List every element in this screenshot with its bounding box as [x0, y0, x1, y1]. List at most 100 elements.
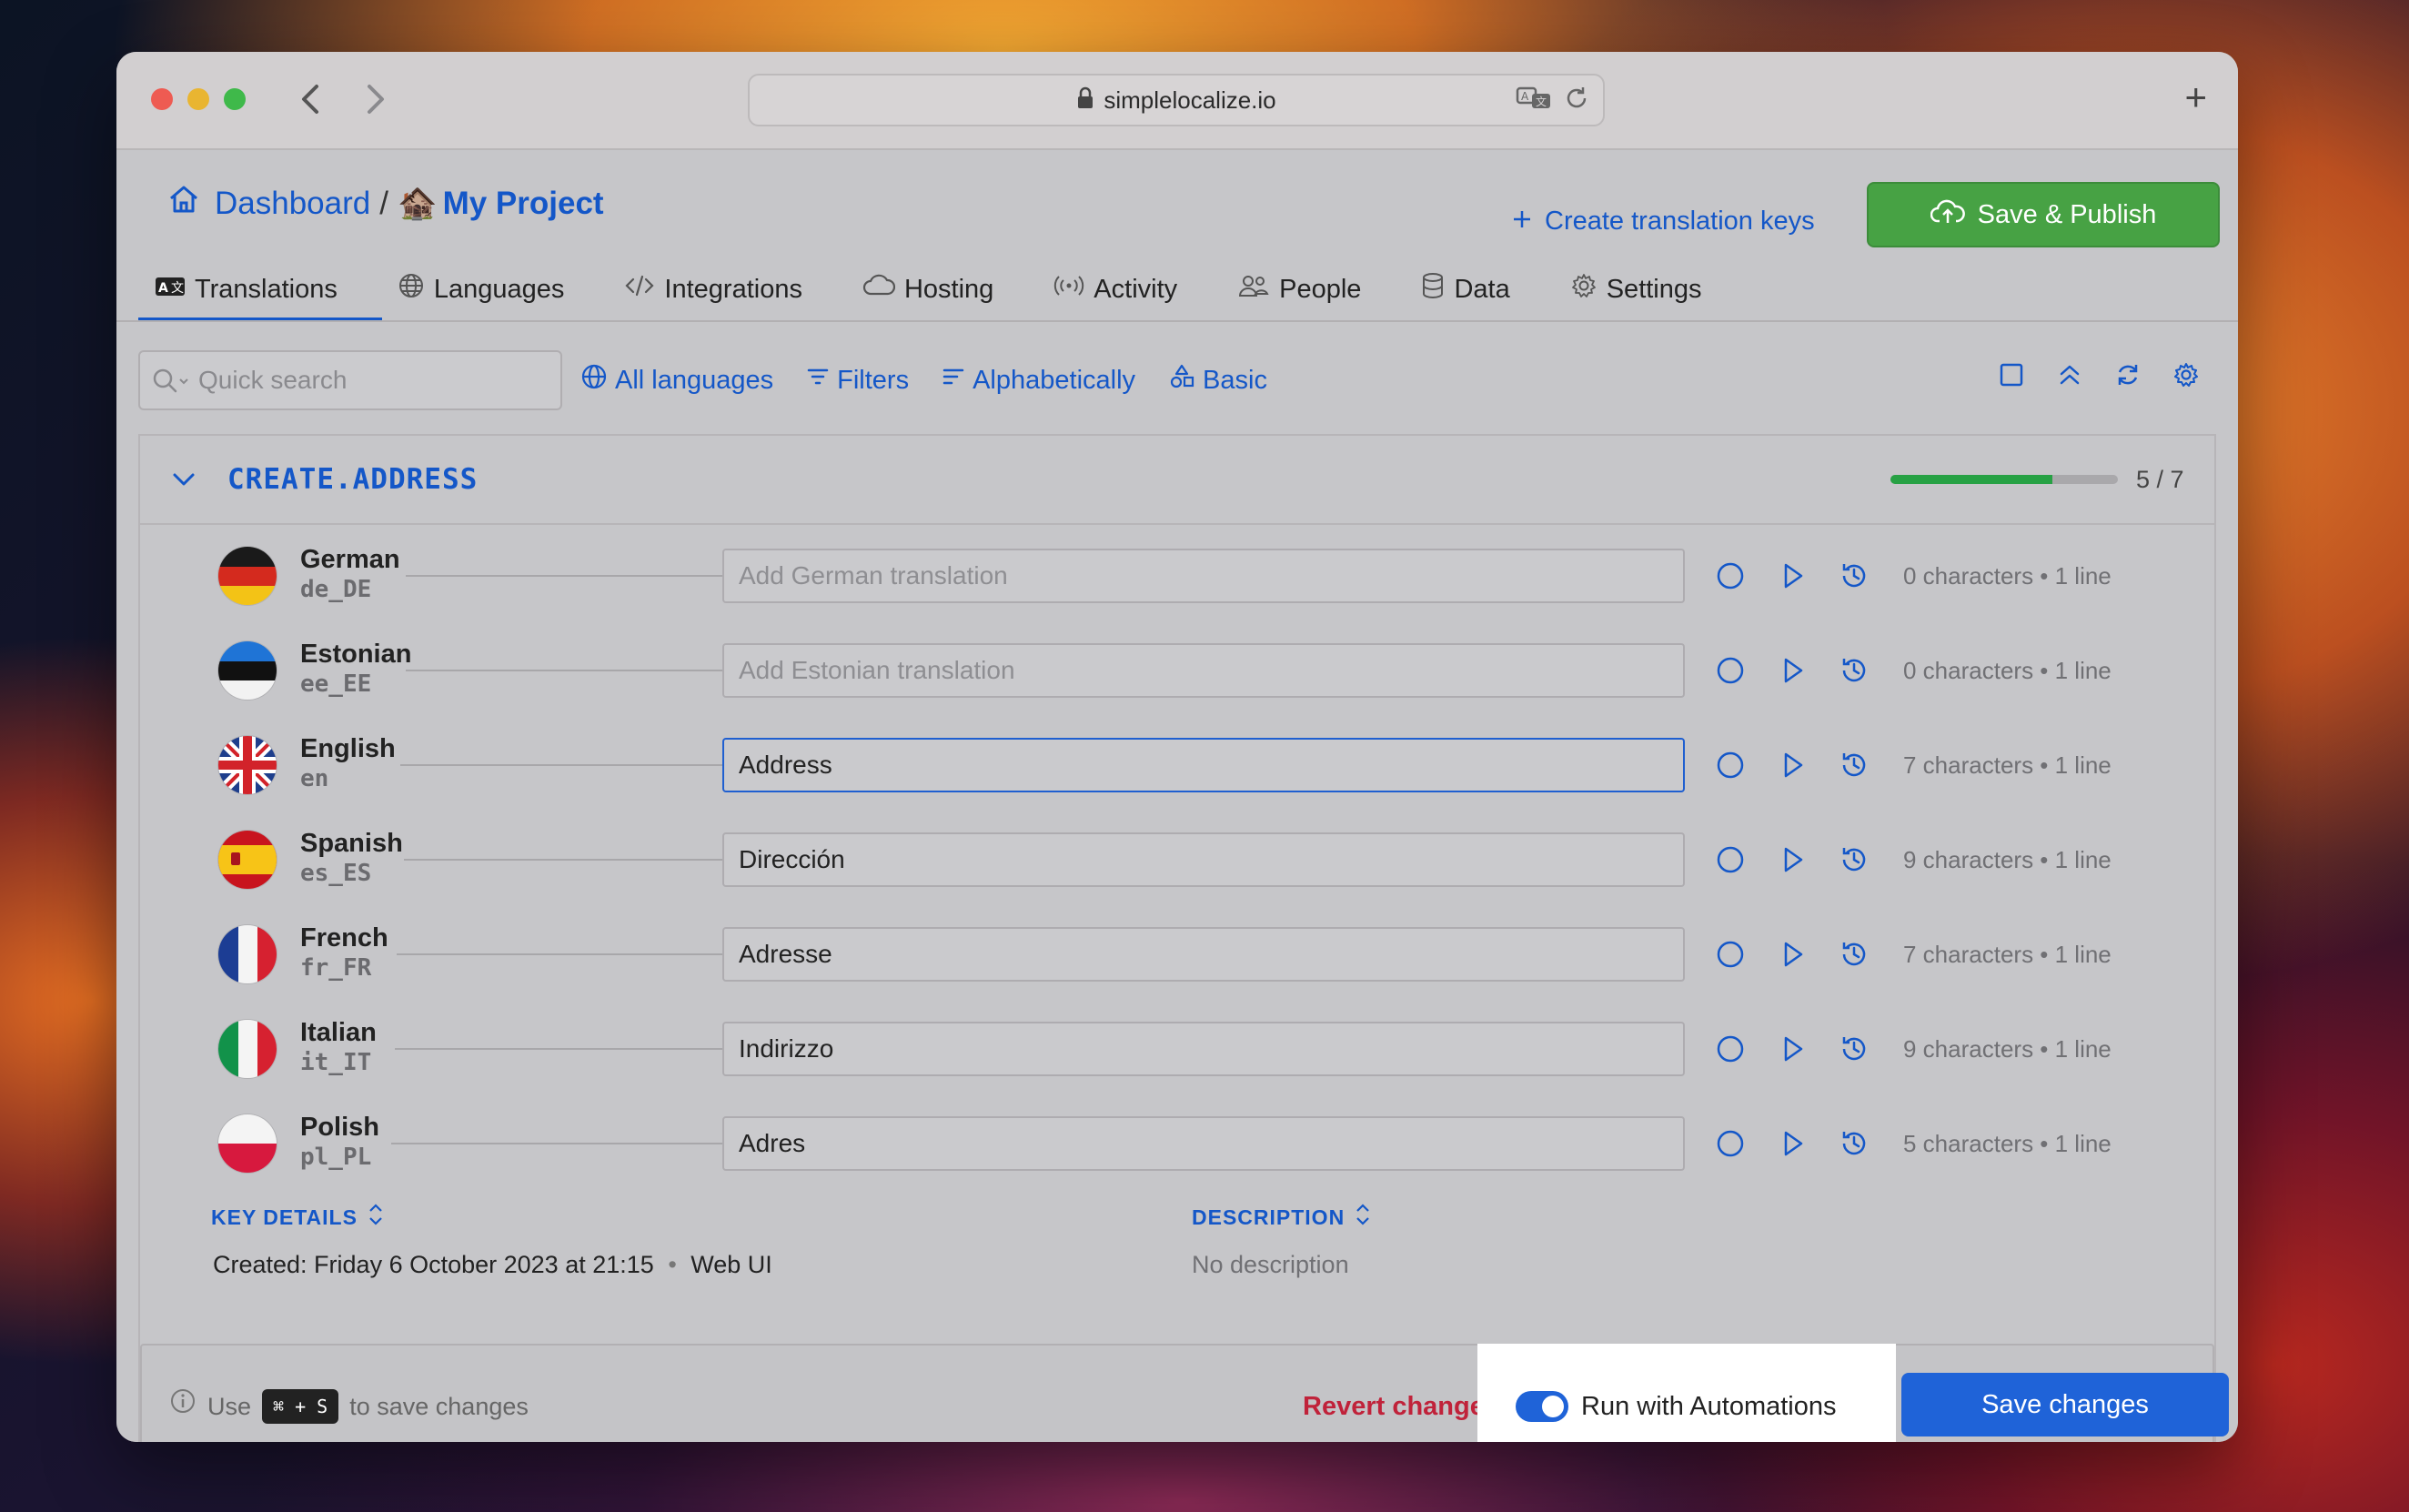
tab-integrations[interactable]: Integrations: [624, 259, 802, 319]
review-status-icon[interactable]: [1714, 1127, 1747, 1164]
review-status-icon[interactable]: [1714, 749, 1747, 786]
review-status-icon[interactable]: [1714, 559, 1747, 597]
quick-search-input[interactable]: Quick search: [138, 350, 562, 410]
view-mode-button[interactable]: Basic: [1168, 363, 1267, 398]
row-connector: [404, 859, 722, 861]
close-window-button[interactable]: [151, 88, 173, 110]
chevron-right-icon[interactable]: [357, 79, 393, 119]
play-icon[interactable]: [1776, 1127, 1809, 1164]
new-tab-button[interactable]: +: [2184, 76, 2207, 119]
sort-button[interactable]: Alphabetically: [942, 365, 1135, 396]
translation-input[interactable]: Address: [722, 738, 1685, 792]
play-icon[interactable]: [1776, 1033, 1809, 1070]
tab-translations[interactable]: A文 Translations: [155, 259, 338, 319]
key-header[interactable]: CREATE.ADDRESS 5 / 7: [140, 436, 2214, 525]
filters-button[interactable]: Filters: [806, 365, 909, 396]
row-connector: [406, 670, 722, 671]
search-icon: [151, 367, 195, 402]
history-icon[interactable]: [1838, 1127, 1870, 1164]
history-icon[interactable]: [1838, 843, 1870, 881]
language-code: de_DE: [300, 576, 372, 603]
history-icon[interactable]: [1838, 938, 1870, 975]
select-all-icon[interactable]: [1998, 361, 2025, 393]
language-code: fr_FR: [300, 954, 372, 982]
cloud-upload-icon: [1930, 197, 1965, 232]
chevron-left-icon[interactable]: [293, 79, 329, 119]
review-status-icon[interactable]: [1714, 654, 1747, 691]
translation-input[interactable]: Add Estonian translation: [722, 643, 1685, 698]
translate-page-icon[interactable]: A文: [1516, 85, 1552, 116]
key-details-toggle[interactable]: KEY DETAILS: [211, 1202, 385, 1233]
create-translation-keys-button[interactable]: Create translation keys: [1512, 207, 1815, 237]
code-icon: [624, 272, 655, 307]
history-icon[interactable]: [1838, 654, 1870, 691]
row-connector: [400, 764, 722, 766]
browser-window: simplelocalize.io A文 + Dashboard / 🏚️ My…: [116, 52, 2238, 1442]
language-code: it_IT: [300, 1049, 372, 1076]
settings-gear-icon[interactable]: [2172, 361, 2200, 393]
tab-settings[interactable]: Settings: [1570, 259, 1702, 319]
all-languages-button[interactable]: All languages: [580, 363, 773, 398]
tab-divider: [116, 320, 2238, 322]
home-icon[interactable]: [167, 183, 200, 224]
translation-input[interactable]: Indirizzo: [722, 1022, 1685, 1076]
save-hint: Use ⌘ + S to save changes: [169, 1346, 529, 1442]
language-name: English: [300, 734, 396, 763]
sort-icon: [942, 365, 965, 396]
translation-input[interactable]: Adresse: [722, 927, 1685, 982]
progress-count: 5 / 7: [2136, 466, 2184, 493]
zoom-window-button[interactable]: [224, 88, 246, 110]
description-toggle[interactable]: DESCRIPTION: [1192, 1202, 1372, 1233]
tab-label: Hosting: [903, 274, 994, 304]
tab-label: Settings: [1606, 274, 1702, 304]
flag-es-icon: [218, 831, 277, 889]
translation-input[interactable]: Add German translation: [722, 549, 1685, 603]
lock-icon: [1076, 77, 1094, 126]
translation-key-name[interactable]: CREATE.ADDRESS: [227, 436, 478, 523]
reload-icon[interactable]: [1563, 85, 1590, 116]
character-count: 7 characters • 1 line: [1903, 751, 2112, 779]
history-icon[interactable]: [1838, 749, 1870, 786]
translation-input[interactable]: Dirección: [722, 832, 1685, 887]
collapse-all-icon[interactable]: [2056, 361, 2083, 393]
history-icon[interactable]: [1838, 559, 1870, 597]
language-name: German: [300, 545, 400, 574]
review-status-icon[interactable]: [1714, 843, 1747, 881]
refresh-icon[interactable]: [2114, 361, 2142, 393]
breadcrumb-project-link[interactable]: My Project: [443, 186, 604, 222]
tab-data[interactable]: Data: [1421, 259, 1510, 319]
translate-icon: A文: [155, 275, 186, 305]
save-publish-button[interactable]: Save & Publish: [1867, 182, 2220, 247]
tab-activity[interactable]: Activity: [1053, 259, 1177, 319]
tab-hosting[interactable]: Hosting: [862, 259, 993, 319]
play-icon[interactable]: [1776, 654, 1809, 691]
translation-input[interactable]: Adres: [722, 1116, 1685, 1171]
play-icon[interactable]: [1776, 559, 1809, 597]
language-row: Italian it_IT Indirizzo 9 characters • 1 li…: [140, 1013, 2218, 1085]
play-icon[interactable]: [1776, 938, 1809, 975]
tab-people[interactable]: People: [1237, 259, 1361, 319]
tab-languages[interactable]: Languages: [398, 259, 564, 319]
row-connector: [391, 1143, 722, 1144]
language-row: Polish pl_PL Adres 5 characters • 1 line: [140, 1107, 2218, 1180]
save-changes-button[interactable]: Save changes: [1901, 1373, 2229, 1436]
svg-text:A: A: [158, 281, 168, 296]
review-status-icon[interactable]: [1714, 938, 1747, 975]
keyboard-shortcut: ⌘ + S: [262, 1389, 339, 1424]
address-bar[interactable]: simplelocalize.io A文: [748, 74, 1605, 126]
history-icon[interactable]: [1838, 1033, 1870, 1070]
play-icon[interactable]: [1776, 843, 1809, 881]
run-with-automations-toggle[interactable]: Run with Automations: [1477, 1344, 1896, 1442]
breadcrumb-dashboard-link[interactable]: Dashboard: [215, 186, 370, 222]
save-footer: Use ⌘ + S to save changes Revert changes…: [140, 1344, 2229, 1442]
chevron-down-icon[interactable]: [169, 465, 198, 499]
review-status-icon[interactable]: [1714, 1033, 1747, 1070]
revert-changes-button[interactable]: Revert changes: [1303, 1346, 1499, 1442]
tab-label: Integrations: [664, 274, 802, 304]
sort-label: Alphabetically: [973, 365, 1136, 395]
flag-ee-icon: [218, 641, 277, 700]
automation-switch[interactable]: [1516, 1391, 1568, 1422]
row-connector: [397, 953, 722, 955]
play-icon[interactable]: [1776, 749, 1809, 786]
minimize-window-button[interactable]: [187, 88, 209, 110]
